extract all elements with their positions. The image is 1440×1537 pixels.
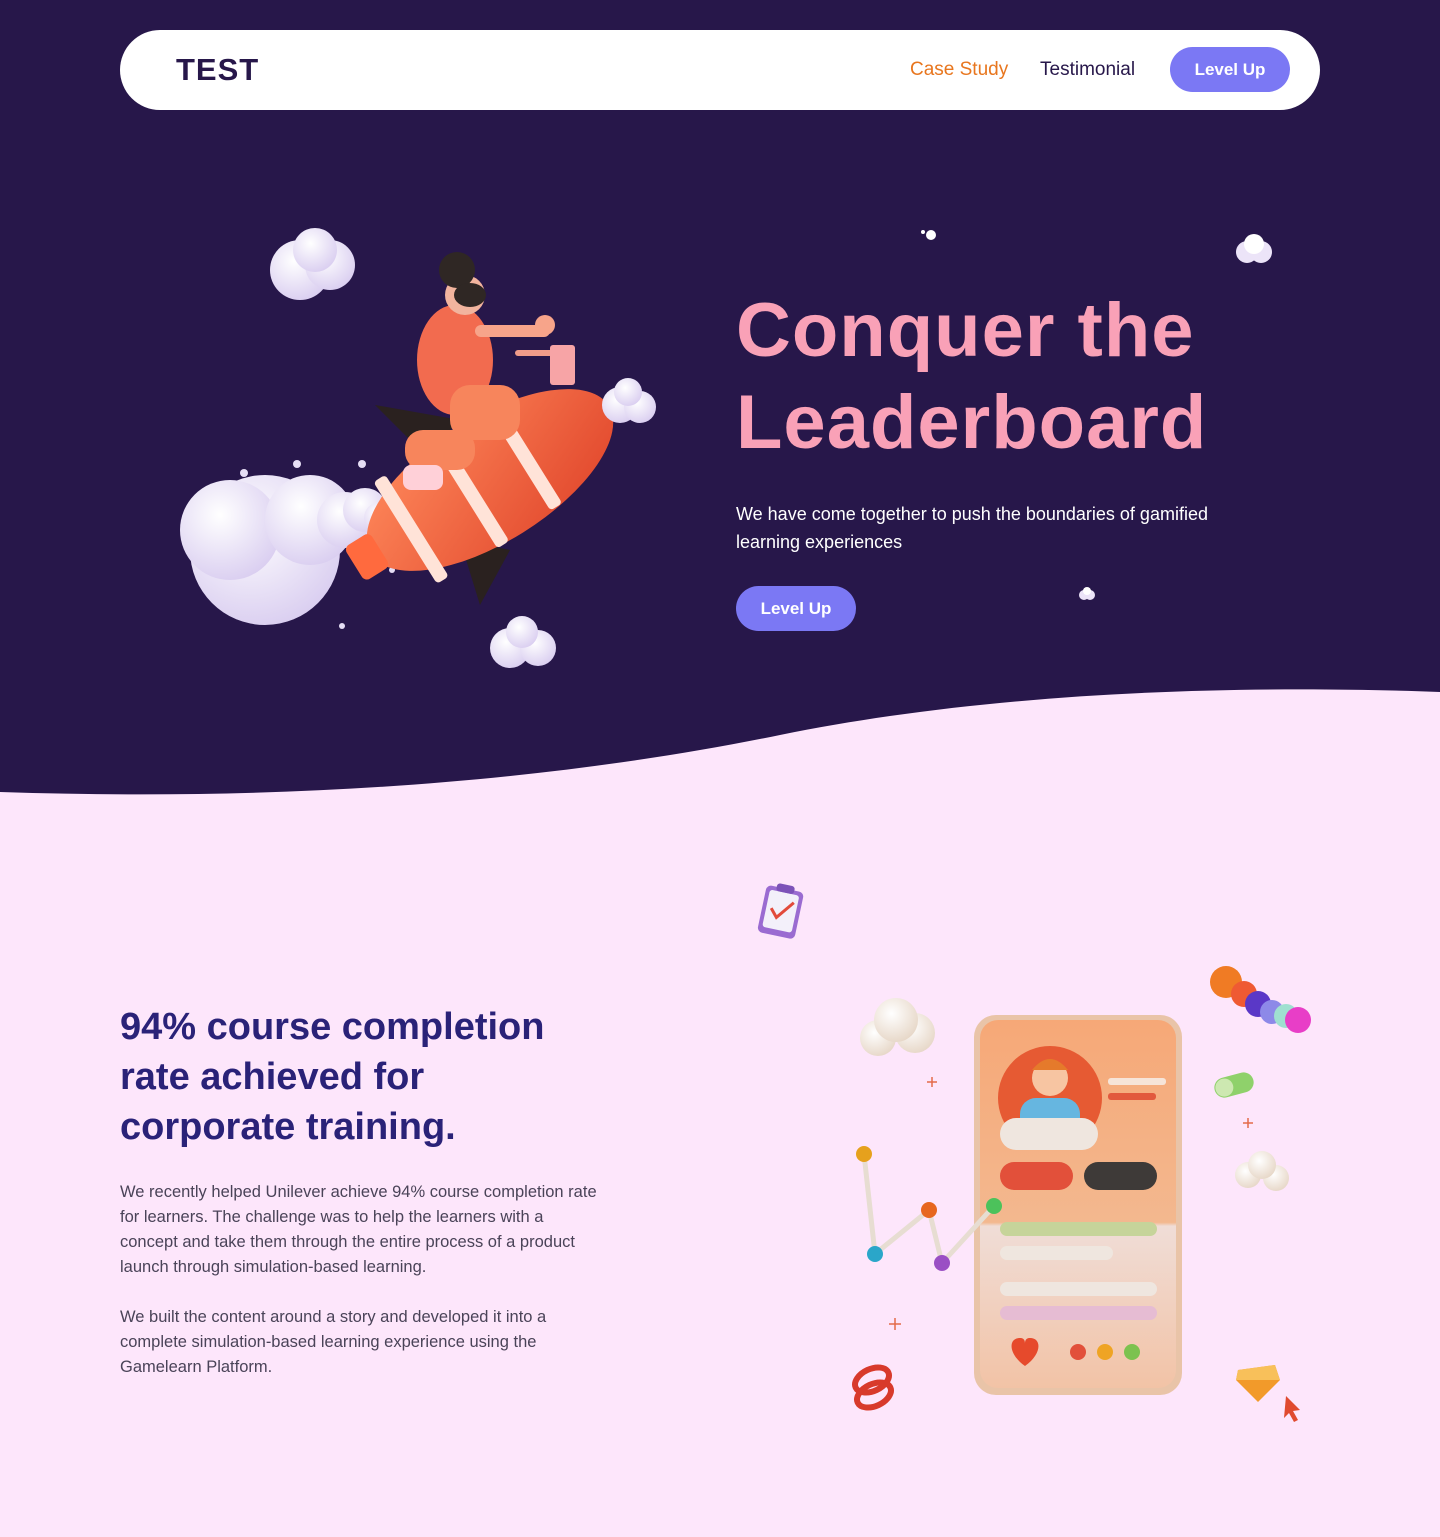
phone-profile-illustration [757,883,1311,1422]
cloud-icon [602,378,656,423]
hero-subtitle: We have come together to push the bounda… [736,504,1208,552]
hero-title: Conquer the Leaderboard [736,288,1208,465]
nav-link-testimonial[interactable]: Testimonial [1040,30,1135,110]
case-study-title: 94% course completion rate achieved for … [120,1006,545,1148]
bead-chain-icon [1210,966,1311,1033]
nav-link-case-study[interactable]: Case Study [910,30,1008,110]
navbar: TEST Case Study Testimonial Level Up [120,30,1320,110]
swirl-icon [852,1364,894,1411]
phone-mockup [974,1015,1182,1395]
cloud-icon [1235,1151,1289,1191]
case-study-paragraph-2: We built the content around a story and … [120,1308,547,1376]
cursor-icon [1284,1396,1300,1422]
case-study-paragraph-1: We recently helped Unilever achieve 94% … [120,1183,597,1276]
diamond-icon [1236,1365,1280,1402]
nav-level-up-button[interactable]: Level Up [1170,47,1290,92]
hero-wave-divider [0,689,1440,810]
cloud-icon [1236,234,1272,263]
cloud-icon [270,228,355,300]
cloud-icon [1079,587,1095,600]
clipboard-icon [757,883,804,939]
cloud-icon [490,616,556,668]
hero-level-up-button[interactable]: Level Up [736,586,856,631]
star-dot-icon [921,230,936,240]
logo[interactable]: TEST [176,30,259,110]
cloud-icon [860,998,935,1056]
pill-icon [1214,1072,1254,1098]
rocket-rider-illustration [180,228,656,668]
